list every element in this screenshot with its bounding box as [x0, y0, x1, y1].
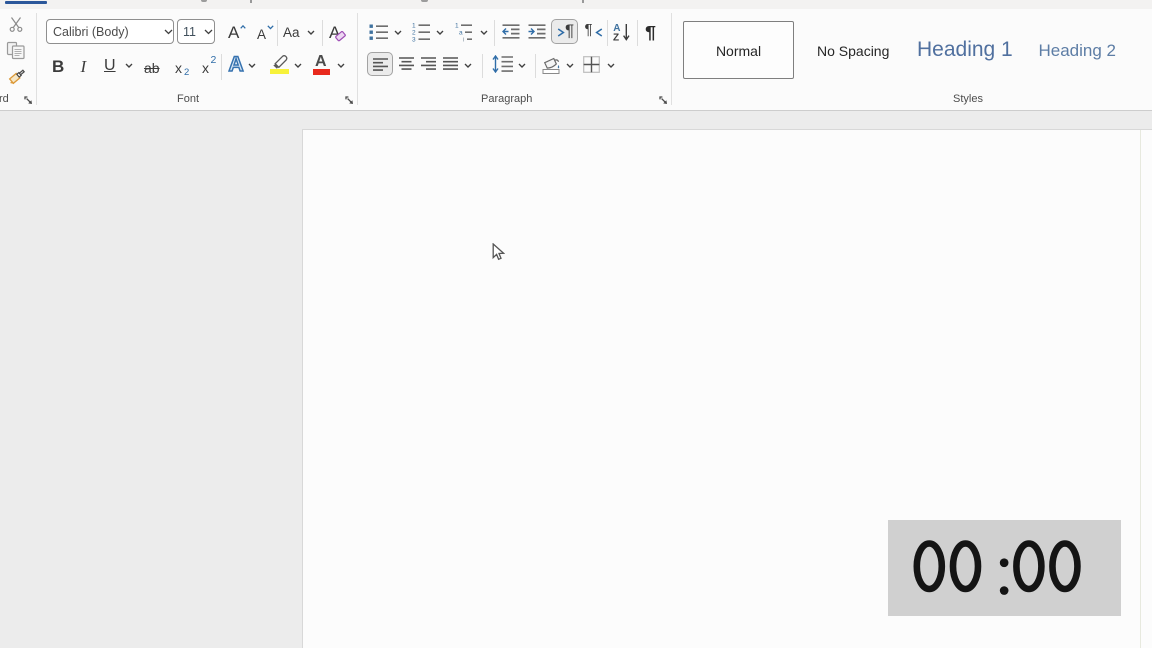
svg-text:1: 1	[412, 23, 416, 30]
svg-text:i: i	[463, 37, 464, 43]
svg-text:1: 1	[455, 23, 459, 30]
svg-text:3: 3	[412, 37, 416, 43]
svg-text:a: a	[459, 30, 463, 37]
svg-text:Z: Z	[613, 32, 619, 41]
svg-text:2: 2	[412, 30, 416, 37]
